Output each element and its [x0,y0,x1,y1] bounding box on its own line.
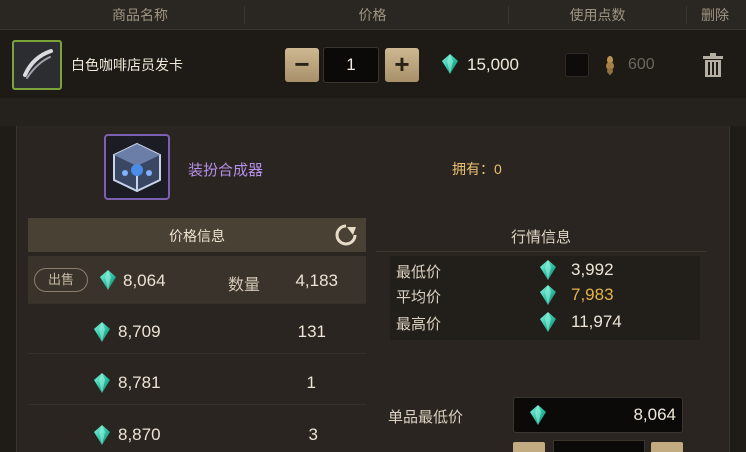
quantity-plus-button[interactable]: + [385,48,419,82]
gem-icon [540,312,556,332]
price-value: 8,709 [118,322,161,341]
cube-icon[interactable] [104,134,170,200]
highest-price-value: 11,974 [571,312,622,331]
gem-icon [442,54,458,74]
single-min-value: 8,064 [633,405,676,424]
header-name: 商品名称 [112,7,168,23]
bottom-plus-button[interactable] [651,442,683,452]
single-min-label: 单品最低价 [388,409,464,426]
item-price: 15,000 [467,55,519,74]
gem-icon [94,373,110,393]
highest-price-label: 最高价 [396,316,442,333]
price-value: 8,781 [118,373,161,392]
owned-count: 拥有：0 [452,161,502,177]
gem-icon [100,270,116,290]
average-price-label: 平均价 [396,289,442,306]
use-points-checkbox[interactable] [565,53,589,77]
points-value: 600 [628,56,655,73]
quantity-value: 4,183 [295,271,338,290]
gem-icon [540,285,556,305]
gem-icon [94,322,110,342]
header-price: 价格 [358,7,387,23]
quantity-value: 1 [306,373,316,392]
trash-icon[interactable] [702,53,724,77]
gem-icon [540,260,556,280]
quantity-minus-button[interactable]: − [285,48,319,82]
item-name: 白色咖啡店员发卡 [71,57,183,73]
gem-icon [94,425,110,445]
gem-icon [530,405,546,425]
lowest-price-label: 最低价 [396,264,442,281]
header-delete: 删除 [701,7,729,23]
divider-strip [0,98,746,126]
lowest-price-value: 3,992 [571,260,614,279]
quantity-value: 3 [308,425,318,444]
bottom-input[interactable] [553,440,645,452]
refresh-icon[interactable] [334,223,358,247]
sell-button[interactable]: 出售 [34,268,88,292]
hair-card-icon[interactable] [12,40,62,90]
quantity-input[interactable]: 1 [323,47,379,83]
price-value: 8,870 [118,425,161,444]
average-price-value: 7,983 [571,285,614,304]
quantity-label: 数量 [228,277,261,294]
market-info-title: 行情信息 [510,229,571,246]
cart-header: 商品名称 价格 使用点数 删除 [0,0,746,30]
price-value: 8,064 [123,271,166,290]
wheat-points-icon [606,56,614,75]
bottom-minus-button[interactable] [513,442,545,452]
quantity-value: 131 [297,322,326,341]
price-info-title: 价格信息 [169,228,225,244]
synthesizer-name: 装扮合成器 [188,162,264,179]
header-points: 使用点数 [569,7,626,23]
